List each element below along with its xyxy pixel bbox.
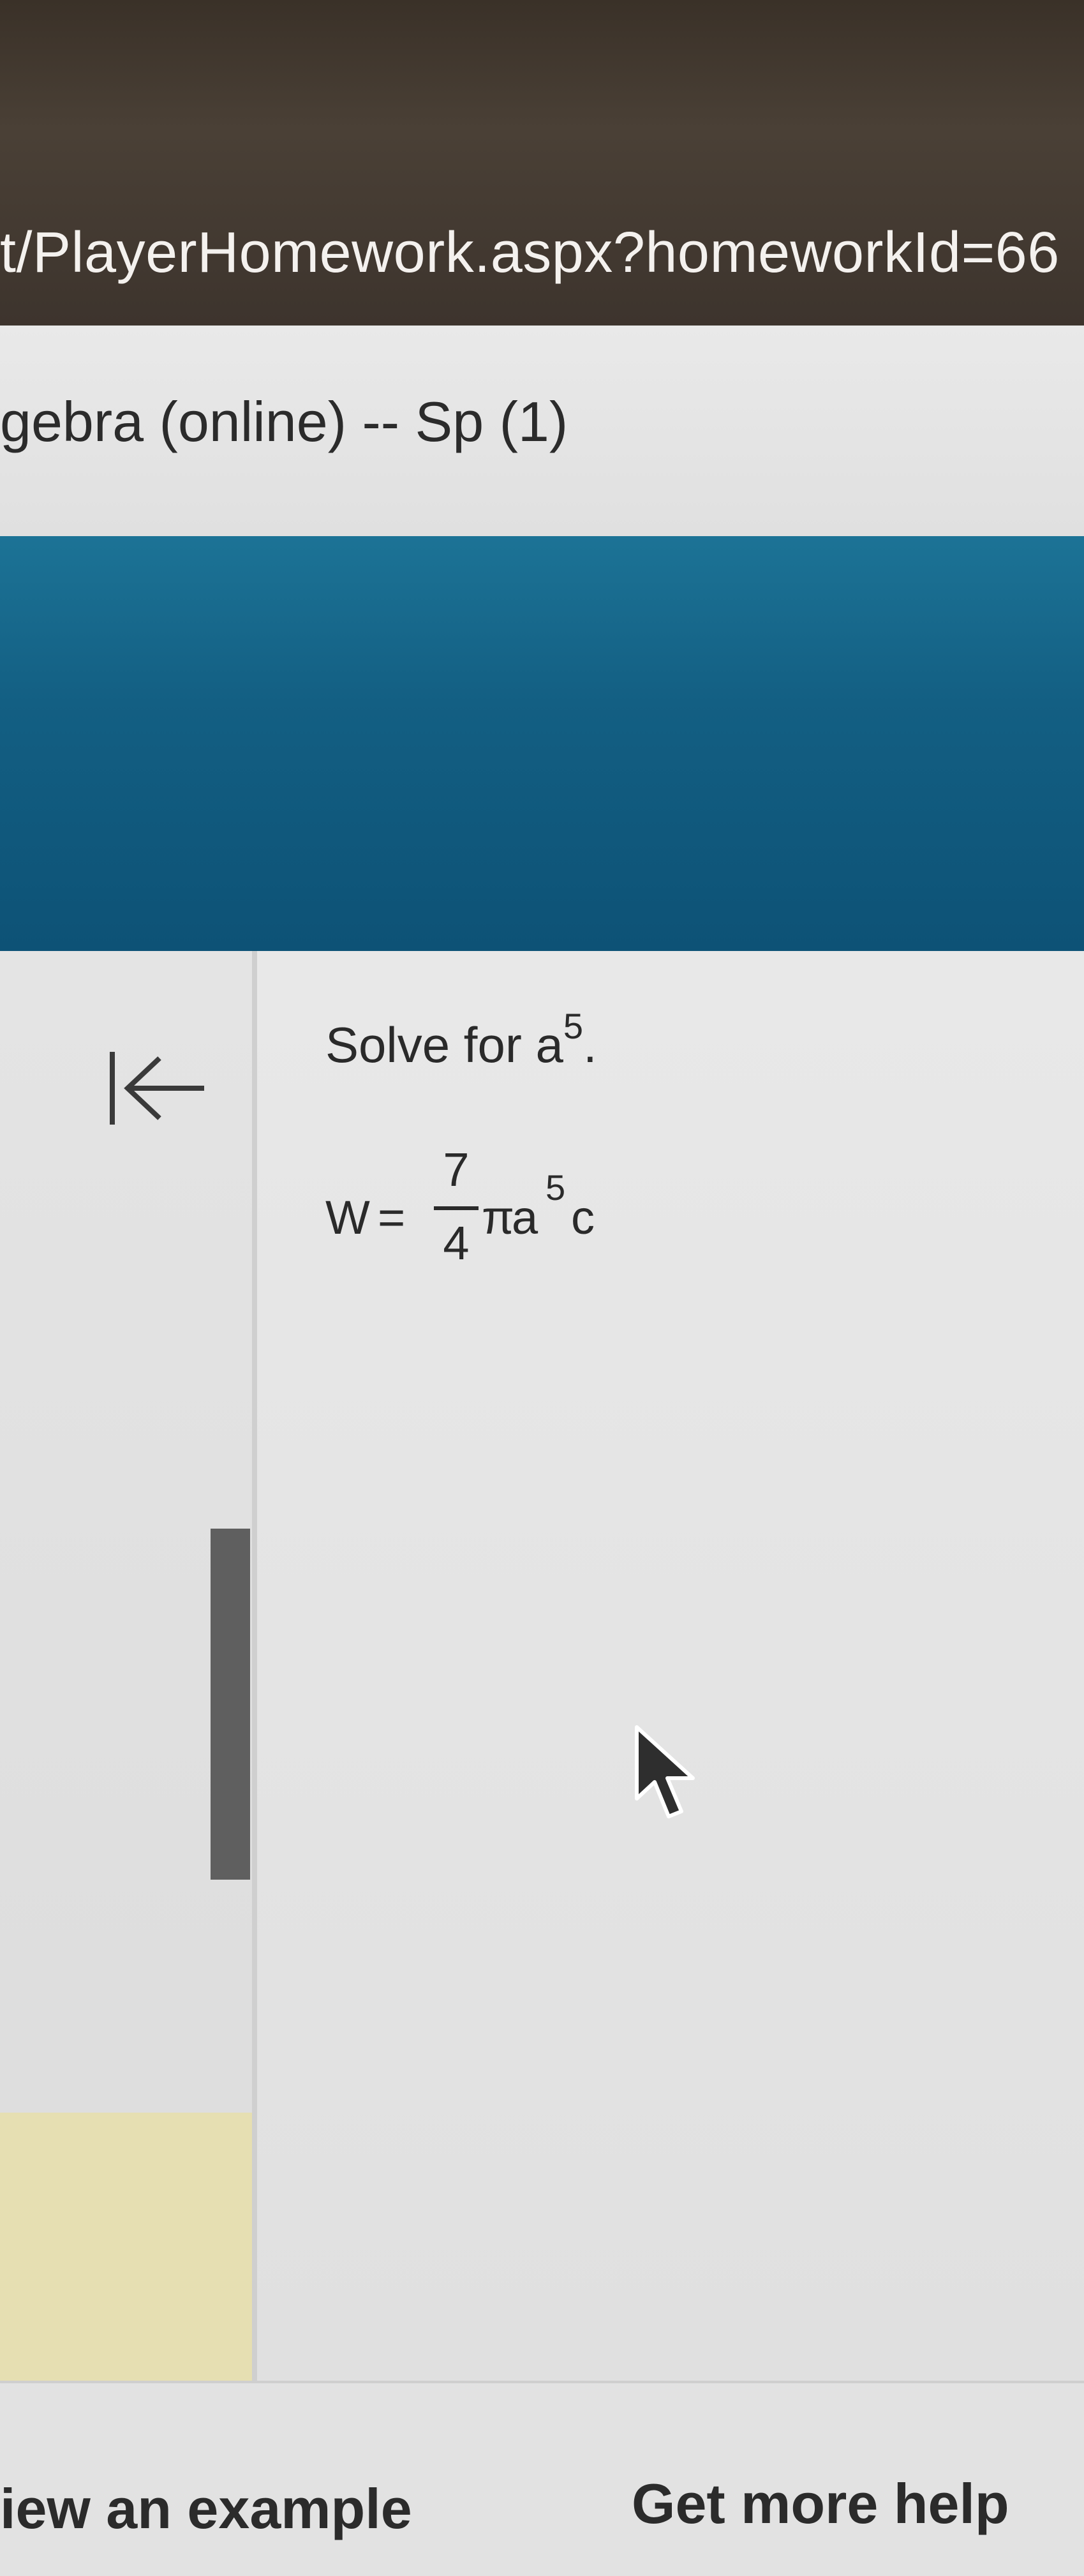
scrollbar-thumb[interactable] — [211, 1529, 250, 1880]
url-text[interactable]: t/PlayerHomework.aspx?homeworkId=66 — [0, 220, 1060, 286]
view-example-link[interactable]: iew an example — [0, 2476, 412, 2542]
mouse-pointer-icon — [632, 1723, 715, 1825]
highlight-panel — [0, 2113, 252, 2381]
back-to-start-icon[interactable] — [108, 1047, 211, 1130]
question-prompt: Solve for a5. — [325, 1006, 597, 1074]
panel-divider[interactable] — [252, 951, 257, 2381]
fraction-bar — [434, 1206, 479, 1210]
fraction-denominator: 4 — [443, 1217, 470, 1269]
equation: W = 7 4 π a 5 c — [325, 1142, 708, 1283]
header-banner — [0, 536, 1084, 951]
equation-pi: π — [482, 1191, 515, 1244]
course-title: gebra (online) -- Sp (1) — [0, 390, 568, 453]
equation-lhs: W — [325, 1191, 370, 1244]
browser-address-bar[interactable]: t/PlayerHomework.aspx?homeworkId=66 — [0, 0, 1084, 326]
get-more-help-link[interactable]: Get more help — [632, 2471, 1009, 2536]
prompt-text: Solve for a — [325, 1017, 563, 1073]
fraction-numerator: 7 — [443, 1143, 470, 1196]
equation-exponent: 5 — [546, 1167, 566, 1208]
equation-variable: a — [512, 1191, 538, 1244]
equation-trailing: c — [571, 1191, 595, 1244]
equation-equals: = — [378, 1191, 406, 1244]
prompt-period: . — [583, 1017, 597, 1073]
prompt-exponent: 5 — [563, 1006, 584, 1046]
